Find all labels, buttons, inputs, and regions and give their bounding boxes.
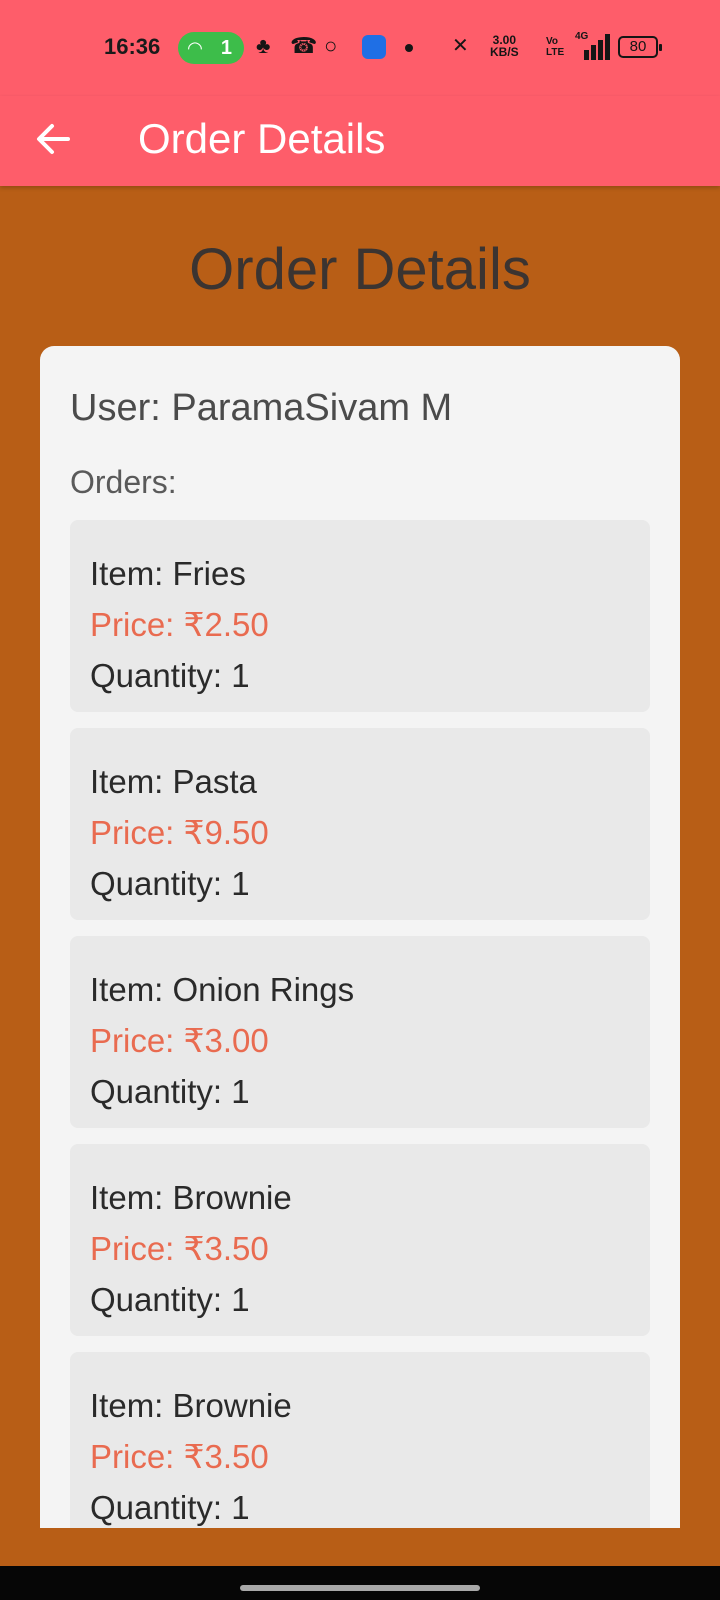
order-item-price: Price: ₹2.50 bbox=[90, 606, 269, 643]
navigation-bar bbox=[0, 1566, 720, 1600]
hotspot-count: 1 bbox=[220, 37, 232, 59]
signal-icon bbox=[578, 34, 610, 60]
user-name: User: ParamaSivam M bbox=[70, 387, 453, 429]
order-item-name: Item: Brownie bbox=[90, 1179, 292, 1216]
volte-bottom: LTE bbox=[546, 47, 565, 58]
order-item-quantity: Quantity: 1 bbox=[90, 1281, 250, 1318]
order-item: Item: Onion Rings Price: ₹3.00 Quantity:… bbox=[70, 936, 650, 1128]
order-list: Item: Fries Price: ₹2.50 Quantity: 1 Ite… bbox=[70, 520, 650, 1528]
order-item-quantity: Quantity: 1 bbox=[90, 1489, 250, 1526]
whatsapp-icon: ○ bbox=[324, 33, 338, 58]
order-item-quantity: Quantity: 1 bbox=[90, 657, 250, 694]
snapchat-icon: ♣ bbox=[256, 33, 271, 58]
order-item-price: Price: ₹3.00 bbox=[90, 1022, 269, 1059]
status-bar: 16:36 ◠ 1 ♣ ☎ ○ ✕ 3.00 KB/S Vo LTE 4G 80 bbox=[0, 0, 720, 96]
hotspot-icon: ◠ bbox=[188, 38, 202, 58]
order-item-price: Price: ₹3.50 bbox=[90, 1230, 269, 1267]
order-item: Item: Brownie Price: ₹3.50 Quantity: 1 bbox=[70, 1144, 650, 1336]
order-item: Item: Brownie Price: ₹3.50 Quantity: 1 bbox=[70, 1352, 650, 1528]
order-card: User: ParamaSivam M Orders: Item: Fries … bbox=[40, 346, 680, 1528]
orders-label: Orders: bbox=[70, 464, 177, 500]
android-app-icon bbox=[362, 35, 386, 59]
volte-indicator: Vo LTE bbox=[546, 36, 564, 58]
order-item-name: Item: Pasta bbox=[90, 763, 257, 800]
battery-level: 80 bbox=[629, 38, 647, 55]
status-time: 16:36 bbox=[104, 34, 161, 59]
net-speed: 3.00 KB/S bbox=[490, 34, 519, 58]
mute-icon: ✕ bbox=[452, 35, 469, 57]
back-button[interactable] bbox=[34, 114, 74, 164]
hotspot-indicator: ◠ 1 bbox=[178, 32, 244, 64]
order-item-price: Price: ₹3.50 bbox=[90, 1438, 269, 1475]
missed-call-icon: ☎ bbox=[290, 33, 318, 58]
arrow-left-icon bbox=[37, 124, 70, 154]
volte-top: Vo bbox=[546, 36, 559, 47]
home-gesture-handle[interactable] bbox=[240, 1585, 480, 1591]
app-bar-title: Order Details bbox=[138, 115, 386, 162]
app-bar: Order Details bbox=[0, 96, 720, 186]
page-title: Order Details bbox=[189, 237, 531, 302]
order-item-price: Price: ₹9.50 bbox=[90, 814, 269, 851]
order-item: Item: Fries Price: ₹2.50 Quantity: 1 bbox=[70, 520, 650, 712]
order-item-name: Item: Onion Rings bbox=[90, 971, 355, 1008]
order-item-name: Item: Fries bbox=[90, 555, 246, 592]
order-item-quantity: Quantity: 1 bbox=[90, 865, 250, 902]
battery-icon: 80 bbox=[618, 36, 662, 58]
net-speed-unit: KB/S bbox=[490, 45, 519, 59]
order-item: Item: Pasta Price: ₹9.50 Quantity: 1 bbox=[70, 728, 650, 920]
order-item-name: Item: Brownie bbox=[90, 1387, 292, 1424]
order-item-quantity: Quantity: 1 bbox=[90, 1073, 250, 1110]
more-notifications-icon bbox=[405, 44, 413, 52]
